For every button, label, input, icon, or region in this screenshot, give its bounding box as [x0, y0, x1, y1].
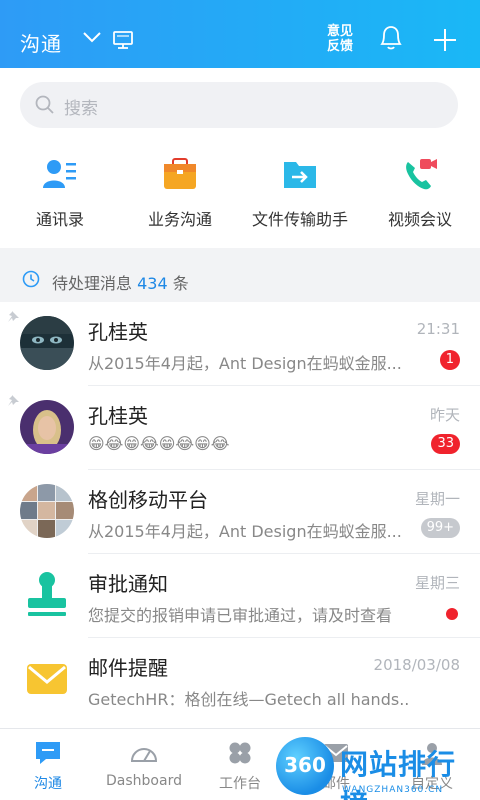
unread-badge: 1	[439, 350, 460, 370]
quick-action-label: 视频会议	[387, 210, 452, 229]
unread-badge: 33	[431, 434, 460, 454]
workbench-icon	[229, 742, 251, 764]
conversation-name: 孔桂英	[88, 320, 148, 344]
conversation-name: 邮件提醒	[88, 656, 168, 680]
folder-transfer-icon	[284, 162, 316, 188]
pending-prefix: 待处理消息	[52, 274, 133, 293]
quick-action-label: 文件传输助手	[251, 210, 348, 229]
mail-icon[interactable]	[20, 652, 74, 706]
tab-label: 沟通	[34, 776, 62, 792]
dashboard-icon	[130, 748, 158, 762]
bell-icon[interactable]	[378, 24, 404, 52]
briefcase-icon	[164, 158, 196, 189]
clock-icon	[22, 270, 40, 288]
screen-icon[interactable]	[112, 29, 134, 51]
pending-count: 434	[137, 274, 168, 293]
conversation-row[interactable]: 孔桂英 从2015年4月起，Ant Design在蚂蚁金服... 21:31 1	[0, 302, 480, 386]
chat-icon	[36, 742, 60, 764]
conversation-name: 孔桂英	[88, 404, 148, 428]
chevron-down-icon[interactable]	[82, 30, 102, 44]
search-input[interactable]: 搜索	[20, 82, 458, 128]
avatar[interactable]	[20, 316, 74, 370]
conversation-row[interactable]: 邮件提醒 GetechHR：格创在线—Getech all hands... 2…	[0, 638, 480, 728]
conversation-time: 2018/03/08	[373, 656, 460, 674]
tab-chat[interactable]: 沟通	[0, 729, 96, 800]
pending-suffix: 条	[172, 274, 189, 293]
plus-icon[interactable]	[432, 27, 458, 53]
video-call-icon	[406, 159, 437, 190]
quick-action-business[interactable]: 业务沟通	[120, 156, 240, 236]
search-placeholder: 搜索	[64, 99, 98, 119]
pending-messages-banner[interactable]: 待处理消息 434 条	[0, 256, 480, 302]
group-avatar[interactable]	[20, 484, 74, 538]
conversation-preview: 从2015年4月起，Ant Design在蚂蚁金服...	[88, 522, 402, 541]
top-panel: 搜索 通讯录 业务沟通 文件传输助手 视频会议	[0, 68, 480, 248]
conversation-row[interactable]: 审批通知 您提交的报销申请已审批通过，请及时查看 星期三	[0, 554, 480, 638]
quick-action-file-transfer[interactable]: 文件传输助手	[240, 156, 360, 236]
contacts-icon	[43, 160, 76, 188]
quick-action-contacts[interactable]: 通讯录	[0, 156, 120, 236]
conversation-time: 昨天	[429, 406, 460, 424]
conversation-time: 21:31	[416, 320, 460, 338]
conversation-time: 星期三	[414, 574, 460, 592]
conversation-name: 格创移动平台	[88, 488, 208, 512]
conversation-name: 审批通知	[88, 572, 168, 596]
stamp-icon[interactable]	[20, 568, 74, 622]
feedback-button[interactable]: 意见 反馈	[322, 24, 358, 54]
unread-badge: 99+	[420, 518, 460, 538]
pin-icon	[8, 311, 19, 322]
pin-icon	[8, 395, 19, 406]
search-icon	[35, 95, 54, 114]
feedback-label: 意见 反馈	[326, 24, 353, 54]
conversation-row[interactable]: 格创移动平台 从2015年4月起，Ant Design在蚂蚁金服... 星期一 …	[0, 470, 480, 554]
pending-text: 待处理消息 434 条	[52, 270, 189, 294]
conversation-preview: 从2015年4月起，Ant Design在蚂蚁金服...	[88, 354, 402, 373]
watermark-url: WANGZHAN360.CN	[342, 785, 444, 795]
quick-action-label: 业务沟通	[147, 210, 212, 229]
conversation-preview: 您提交的报销申请已审批通过，请及时查看	[88, 606, 393, 625]
avatar[interactable]	[20, 400, 74, 454]
unread-dot	[446, 608, 458, 620]
quick-action-video[interactable]: 视频会议	[360, 156, 480, 236]
conversation-time: 星期一	[414, 490, 460, 508]
tab-dashboard[interactable]: Dashboard	[96, 729, 192, 800]
conversation-preview: 😁😂😁😂😁😂😁😂	[88, 434, 230, 453]
watermark-logo: 360 网站排行榜 WANGZHAN360.CN	[268, 735, 480, 800]
watermark-number: 360	[284, 753, 326, 777]
quick-action-label: 通讯录	[35, 210, 84, 229]
page-title[interactable]: 沟通	[20, 28, 62, 57]
header-bar: 沟通 意见 反馈	[0, 0, 480, 68]
tab-label: Dashboard	[106, 773, 182, 789]
conversation-preview: GetechHR：格创在线—Getech all hands...	[88, 690, 408, 709]
conversation-row[interactable]: 孔桂英 😁😂😁😂😁😂😁😂 昨天 33	[0, 386, 480, 470]
